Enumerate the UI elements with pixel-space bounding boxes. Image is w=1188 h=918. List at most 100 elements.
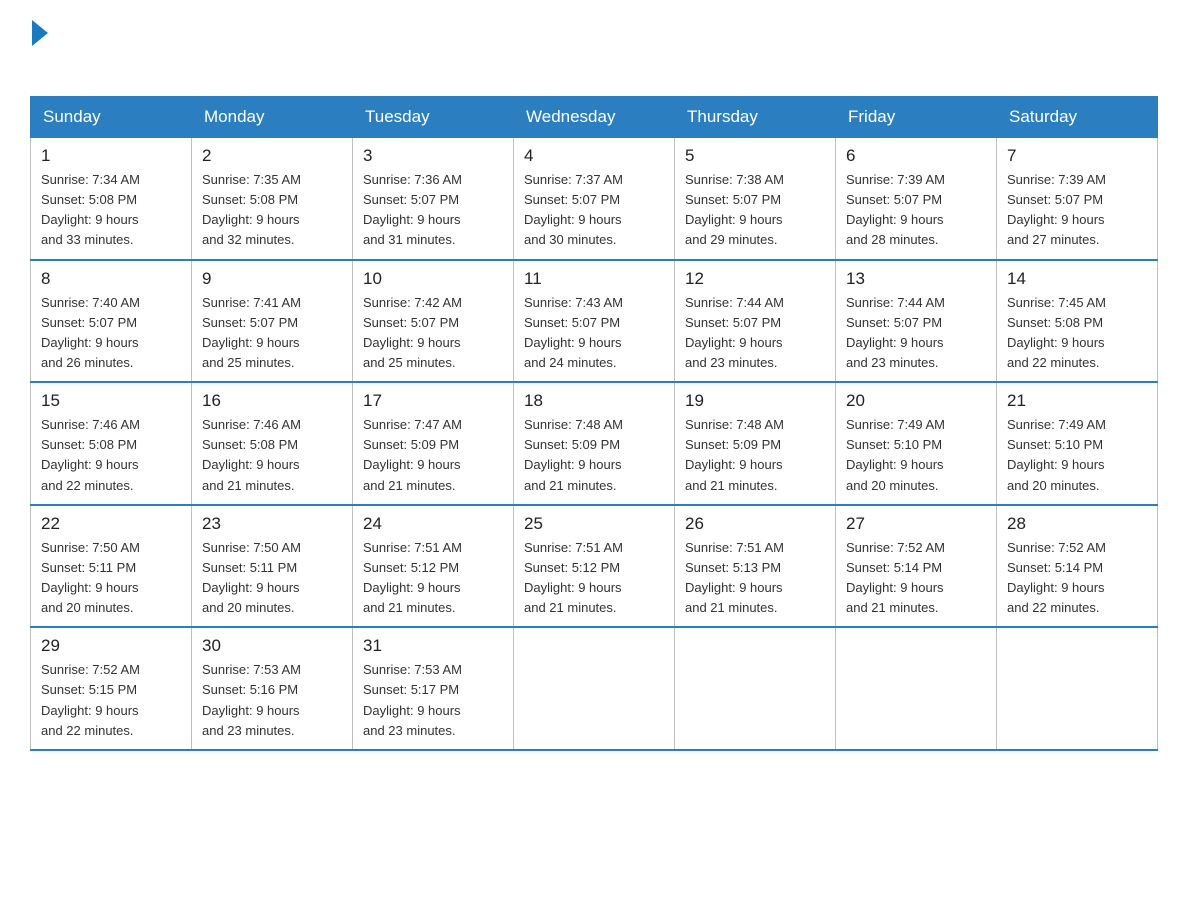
logo-chevron-icon xyxy=(32,20,48,46)
calendar-week-row: 1 Sunrise: 7:34 AMSunset: 5:08 PMDaylight… xyxy=(31,138,1158,260)
day-info: Sunrise: 7:53 AMSunset: 5:16 PMDaylight:… xyxy=(202,660,342,741)
day-info: Sunrise: 7:43 AMSunset: 5:07 PMDaylight:… xyxy=(524,293,664,374)
day-info: Sunrise: 7:49 AMSunset: 5:10 PMDaylight:… xyxy=(1007,415,1147,496)
day-info: Sunrise: 7:44 AMSunset: 5:07 PMDaylight:… xyxy=(685,293,825,374)
day-info: Sunrise: 7:52 AMSunset: 5:14 PMDaylight:… xyxy=(846,538,986,619)
day-number: 12 xyxy=(685,269,825,289)
day-number: 6 xyxy=(846,146,986,166)
calendar-day-cell: 13 Sunrise: 7:44 AMSunset: 5:07 PMDayligh… xyxy=(836,260,997,383)
day-info: Sunrise: 7:51 AMSunset: 5:12 PMDaylight:… xyxy=(524,538,664,619)
day-info: Sunrise: 7:52 AMSunset: 5:15 PMDaylight:… xyxy=(41,660,181,741)
day-number: 25 xyxy=(524,514,664,534)
day-number: 4 xyxy=(524,146,664,166)
calendar-day-cell: 4Sunrise: 7:37 AMSunset: 5:07 PMDaylight… xyxy=(514,138,675,260)
day-info: Sunrise: 7:50 AMSunset: 5:11 PMDaylight:… xyxy=(41,538,181,619)
calendar-day-cell: 29 Sunrise: 7:52 AMSunset: 5:15 PMDayligh… xyxy=(31,627,192,750)
day-number: 20 xyxy=(846,391,986,411)
day-info: Sunrise: 7:44 AMSunset: 5:07 PMDaylight:… xyxy=(846,293,986,374)
day-info: Sunrise: 7:36 AMSunset: 5:07 PMDaylight:… xyxy=(363,170,503,251)
calendar-week-row: 29 Sunrise: 7:52 AMSunset: 5:15 PMDayligh… xyxy=(31,627,1158,750)
day-info: Sunrise: 7:46 AMSunset: 5:08 PMDaylight:… xyxy=(41,415,181,496)
day-number: 5 xyxy=(685,146,825,166)
calendar-day-cell: 11 Sunrise: 7:43 AMSunset: 5:07 PMDayligh… xyxy=(514,260,675,383)
day-of-week-header: Friday xyxy=(836,97,997,138)
day-number: 10 xyxy=(363,269,503,289)
day-info: Sunrise: 7:41 AMSunset: 5:07 PMDaylight:… xyxy=(202,293,342,374)
day-of-week-header: Saturday xyxy=(997,97,1158,138)
day-number: 15 xyxy=(41,391,181,411)
calendar-day-cell: 20 Sunrise: 7:49 AMSunset: 5:10 PMDayligh… xyxy=(836,382,997,505)
day-number: 19 xyxy=(685,391,825,411)
day-info: Sunrise: 7:39 AMSunset: 5:07 PMDaylight:… xyxy=(1007,170,1147,251)
day-number: 18 xyxy=(524,391,664,411)
day-number: 30 xyxy=(202,636,342,656)
calendar-day-cell: 10Sunrise: 7:42 AMSunset: 5:07 PMDayligh… xyxy=(353,260,514,383)
day-info: Sunrise: 7:39 AMSunset: 5:07 PMDaylight:… xyxy=(846,170,986,251)
day-of-week-header: Sunday xyxy=(31,97,192,138)
day-info: Sunrise: 7:34 AMSunset: 5:08 PMDaylight:… xyxy=(41,170,181,251)
calendar-week-row: 22Sunrise: 7:50 AMSunset: 5:11 PMDayligh… xyxy=(31,505,1158,628)
day-of-week-header: Tuesday xyxy=(353,97,514,138)
calendar-day-cell: 28Sunrise: 7:52 AMSunset: 5:14 PMDayligh… xyxy=(997,505,1158,628)
day-info: Sunrise: 7:50 AMSunset: 5:11 PMDaylight:… xyxy=(202,538,342,619)
calendar-day-cell: 31Sunrise: 7:53 AMSunset: 5:17 PMDayligh… xyxy=(353,627,514,750)
calendar-day-cell: 16Sunrise: 7:46 AMSunset: 5:08 PMDayligh… xyxy=(192,382,353,505)
calendar-day-cell xyxy=(675,627,836,750)
day-info: Sunrise: 7:51 AMSunset: 5:13 PMDaylight:… xyxy=(685,538,825,619)
calendar-day-cell: 8 Sunrise: 7:40 AMSunset: 5:07 PMDaylight… xyxy=(31,260,192,383)
day-info: Sunrise: 7:51 AMSunset: 5:12 PMDaylight:… xyxy=(363,538,503,619)
calendar-week-row: 8 Sunrise: 7:40 AMSunset: 5:07 PMDaylight… xyxy=(31,260,1158,383)
day-of-week-header: Monday xyxy=(192,97,353,138)
day-number: 13 xyxy=(846,269,986,289)
day-number: 14 xyxy=(1007,269,1147,289)
day-info: Sunrise: 7:47 AMSunset: 5:09 PMDaylight:… xyxy=(363,415,503,496)
day-info: Sunrise: 7:35 AMSunset: 5:08 PMDaylight:… xyxy=(202,170,342,251)
calendar-day-cell: 17 Sunrise: 7:47 AMSunset: 5:09 PMDayligh… xyxy=(353,382,514,505)
calendar-day-cell: 7 Sunrise: 7:39 AMSunset: 5:07 PMDaylight… xyxy=(997,138,1158,260)
calendar-day-cell: 14 Sunrise: 7:45 AMSunset: 5:08 PMDayligh… xyxy=(997,260,1158,383)
calendar-day-cell: 18 Sunrise: 7:48 AMSunset: 5:09 PMDayligh… xyxy=(514,382,675,505)
calendar-day-cell xyxy=(997,627,1158,750)
day-number: 24 xyxy=(363,514,503,534)
day-of-week-header: Wednesday xyxy=(514,97,675,138)
calendar-day-cell: 19 Sunrise: 7:48 AMSunset: 5:09 PMDayligh… xyxy=(675,382,836,505)
day-number: 3 xyxy=(363,146,503,166)
day-number: 7 xyxy=(1007,146,1147,166)
calendar-day-cell: 23 Sunrise: 7:50 AMSunset: 5:11 PMDayligh… xyxy=(192,505,353,628)
calendar-day-cell: 1 Sunrise: 7:34 AMSunset: 5:08 PMDaylight… xyxy=(31,138,192,260)
calendar-day-cell: 15 Sunrise: 7:46 AMSunset: 5:08 PMDayligh… xyxy=(31,382,192,505)
calendar-day-cell: 25 Sunrise: 7:51 AMSunset: 5:12 PMDayligh… xyxy=(514,505,675,628)
day-number: 23 xyxy=(202,514,342,534)
day-info: Sunrise: 7:48 AMSunset: 5:09 PMDaylight:… xyxy=(685,415,825,496)
day-number: 11 xyxy=(524,269,664,289)
calendar-day-cell: 5 Sunrise: 7:38 AMSunset: 5:07 PMDaylight… xyxy=(675,138,836,260)
calendar-day-cell: 2 Sunrise: 7:35 AMSunset: 5:08 PMDaylight… xyxy=(192,138,353,260)
calendar-day-cell: 21Sunrise: 7:49 AMSunset: 5:10 PMDayligh… xyxy=(997,382,1158,505)
day-info: Sunrise: 7:40 AMSunset: 5:07 PMDaylight:… xyxy=(41,293,181,374)
logo xyxy=(30,20,48,78)
day-of-week-header: Thursday xyxy=(675,97,836,138)
calendar-day-cell: 9 Sunrise: 7:41 AMSunset: 5:07 PMDaylight… xyxy=(192,260,353,383)
calendar-day-cell: 30 Sunrise: 7:53 AMSunset: 5:16 PMDayligh… xyxy=(192,627,353,750)
page-header xyxy=(30,20,1158,78)
day-info: Sunrise: 7:48 AMSunset: 5:09 PMDaylight:… xyxy=(524,415,664,496)
day-info: Sunrise: 7:49 AMSunset: 5:10 PMDaylight:… xyxy=(846,415,986,496)
day-number: 8 xyxy=(41,269,181,289)
calendar-day-cell: 6 Sunrise: 7:39 AMSunset: 5:07 PMDaylight… xyxy=(836,138,997,260)
calendar-header-row: SundayMondayTuesdayWednesdayThursdayFrid… xyxy=(31,97,1158,138)
day-number: 9 xyxy=(202,269,342,289)
day-info: Sunrise: 7:46 AMSunset: 5:08 PMDaylight:… xyxy=(202,415,342,496)
day-number: 2 xyxy=(202,146,342,166)
calendar-day-cell: 26 Sunrise: 7:51 AMSunset: 5:13 PMDayligh… xyxy=(675,505,836,628)
calendar-day-cell: 3 Sunrise: 7:36 AMSunset: 5:07 PMDaylight… xyxy=(353,138,514,260)
calendar-day-cell xyxy=(836,627,997,750)
day-number: 17 xyxy=(363,391,503,411)
day-number: 1 xyxy=(41,146,181,166)
day-info: Sunrise: 7:45 AMSunset: 5:08 PMDaylight:… xyxy=(1007,293,1147,374)
calendar-day-cell: 27Sunrise: 7:52 AMSunset: 5:14 PMDayligh… xyxy=(836,505,997,628)
day-number: 29 xyxy=(41,636,181,656)
calendar-week-row: 15 Sunrise: 7:46 AMSunset: 5:08 PMDayligh… xyxy=(31,382,1158,505)
day-number: 26 xyxy=(685,514,825,534)
day-info: Sunrise: 7:38 AMSunset: 5:07 PMDaylight:… xyxy=(685,170,825,251)
day-number: 31 xyxy=(363,636,503,656)
